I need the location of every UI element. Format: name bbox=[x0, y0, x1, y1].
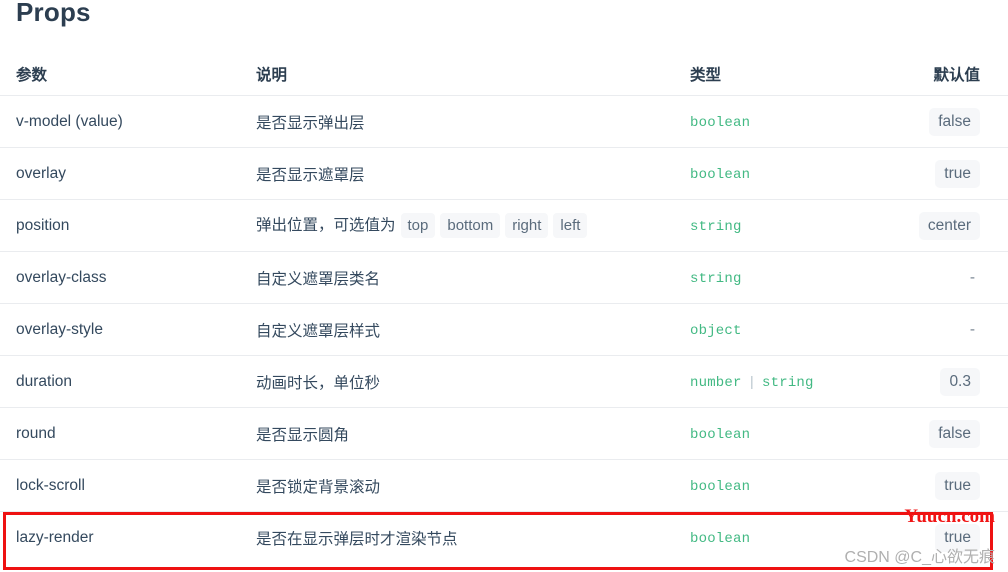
cell-description: 是否显示弹出层 bbox=[248, 96, 682, 148]
cell-param: lazy-render bbox=[16, 528, 94, 546]
table-row: v-model (value) 是否显示弹出层 boolean false bbox=[0, 95, 1008, 148]
table-body: v-model (value) 是否显示弹出层 boolean false overla… bbox=[0, 95, 1008, 564]
cell-type: string bbox=[682, 252, 910, 304]
description-text: 自定义遮罩层样式 bbox=[256, 322, 381, 340]
cell-param: duration bbox=[16, 372, 73, 390]
cell-type: boolean bbox=[682, 460, 910, 512]
option-chip: bottom bbox=[440, 213, 501, 238]
table-row: duration 动画时长，单位秒 number | string 0.3 bbox=[0, 355, 1008, 408]
cell-type: object bbox=[682, 304, 910, 356]
default-value-chip: true bbox=[935, 471, 980, 500]
default-value-chip: center bbox=[918, 211, 980, 240]
page-title: Props bbox=[16, 0, 91, 27]
description-text: 弹出位置，可选值为 bbox=[256, 217, 396, 234]
cell-type: number | string bbox=[682, 356, 910, 408]
cell-default: false bbox=[910, 408, 1008, 460]
column-header-default: 默认值 bbox=[933, 66, 980, 84]
cell-default: true bbox=[910, 148, 1008, 200]
description-text: 是否显示弹出层 bbox=[256, 114, 365, 132]
cell-type: string bbox=[682, 200, 910, 252]
cell-param: round bbox=[16, 424, 56, 442]
table-row: overlay 是否显示遮罩层 boolean true bbox=[0, 147, 1008, 200]
table-row: position 弹出位置，可选值为 top bottom right left strin… bbox=[0, 199, 1008, 252]
cell-default: 0.3 bbox=[910, 356, 1008, 408]
cell-description: 是否显示圆角 bbox=[248, 408, 682, 460]
cell-description: 是否在显示弹层时才渲染节点 bbox=[248, 512, 682, 564]
type-code: string bbox=[690, 270, 742, 287]
table-row: overlay-class 自定义遮罩层类名 string - bbox=[0, 251, 1008, 304]
option-chip: left bbox=[553, 213, 588, 238]
cell-param: v-model (value) bbox=[16, 112, 123, 130]
cell-description: 动画时长，单位秒 bbox=[248, 356, 682, 408]
column-header-param: 参数 bbox=[16, 66, 48, 84]
table-row: lock-scroll 是否锁定背景滚动 boolean true bbox=[0, 459, 1008, 512]
cell-default: false bbox=[910, 96, 1008, 148]
table-header: 参数 说明 类型 默认值 bbox=[0, 56, 1008, 96]
default-value-chip: true bbox=[935, 159, 980, 188]
default-value-chip: false bbox=[929, 419, 980, 448]
type-code: boolean bbox=[690, 426, 751, 443]
description-text: 是否显示遮罩层 bbox=[256, 166, 365, 184]
column-header-type: 类型 bbox=[690, 66, 722, 84]
default-value-dash: - bbox=[969, 320, 975, 338]
cell-description: 自定义遮罩层样式 bbox=[248, 304, 682, 356]
description-text: 是否显示圆角 bbox=[256, 426, 350, 444]
table-header-row: 参数 说明 类型 默认值 bbox=[0, 56, 1008, 96]
type-code: number bbox=[690, 374, 742, 391]
cell-default: center bbox=[910, 200, 1008, 252]
default-value-chip: 0.3 bbox=[940, 367, 980, 396]
description-text: 是否在显示弹层时才渲染节点 bbox=[256, 530, 458, 548]
cell-param: lock-scroll bbox=[16, 476, 85, 494]
watermark-author: CSDN @C_心欲无痕 bbox=[844, 549, 995, 566]
type-separator: | bbox=[747, 374, 757, 391]
type-code: string bbox=[762, 374, 814, 391]
cell-description: 自定义遮罩层类名 bbox=[248, 252, 682, 304]
cell-param: overlay-class bbox=[16, 268, 107, 286]
default-value-chip: false bbox=[929, 107, 980, 136]
cell-type: boolean bbox=[682, 408, 910, 460]
cell-default: true bbox=[910, 460, 1008, 512]
type-code: boolean bbox=[690, 478, 751, 495]
cell-type: boolean bbox=[682, 96, 910, 148]
default-value-dash: - bbox=[969, 268, 975, 286]
option-chip: right bbox=[505, 213, 549, 238]
cell-default: - bbox=[910, 252, 1008, 304]
type-code: boolean bbox=[690, 166, 751, 183]
description-text: 是否锁定背景滚动 bbox=[256, 478, 381, 496]
type-code: object bbox=[690, 322, 742, 339]
cell-description: 弹出位置，可选值为 top bottom right left bbox=[248, 200, 682, 252]
cell-type: boolean bbox=[682, 148, 910, 200]
props-documentation-page: Props 参数 说明 类型 默认值 v-model (value) 是否显示弹出… bbox=[0, 0, 1008, 572]
type-code: boolean bbox=[690, 114, 751, 131]
table-row: overlay-style 自定义遮罩层样式 object - bbox=[0, 303, 1008, 356]
cell-param: position bbox=[16, 216, 70, 234]
watermark-site: Yuucn.com bbox=[904, 506, 995, 527]
description-text: 动画时长，单位秒 bbox=[256, 374, 381, 392]
type-code: boolean bbox=[690, 530, 751, 547]
table-row: round 是否显示圆角 boolean false bbox=[0, 407, 1008, 460]
cell-default: - bbox=[910, 304, 1008, 356]
cell-param: overlay-style bbox=[16, 320, 103, 338]
cell-description: 是否锁定背景滚动 bbox=[248, 460, 682, 512]
cell-param: overlay bbox=[16, 164, 66, 182]
type-code: string bbox=[690, 218, 742, 235]
props-table: 参数 说明 类型 默认值 v-model (value) 是否显示弹出层 boole… bbox=[0, 56, 1008, 563]
column-header-description: 说明 bbox=[256, 66, 288, 84]
option-chip: top bbox=[400, 213, 436, 238]
description-text: 自定义遮罩层类名 bbox=[256, 270, 381, 288]
cell-description: 是否显示遮罩层 bbox=[248, 148, 682, 200]
